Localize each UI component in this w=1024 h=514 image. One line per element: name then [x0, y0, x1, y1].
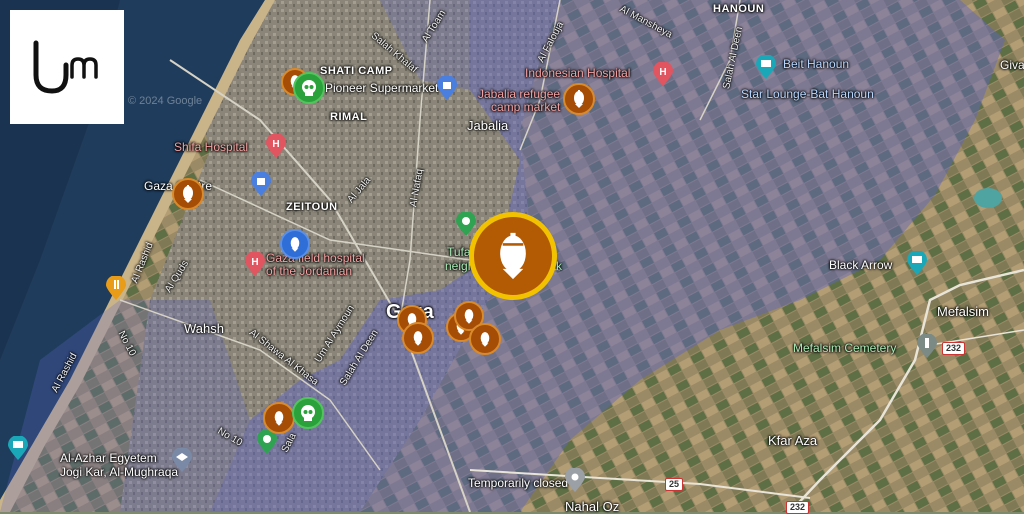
landmark-icon[interactable] [907, 250, 927, 280]
bomb-icon [500, 232, 526, 280]
label-beit-hanoun[interactable]: Beit Hanoun [783, 57, 849, 71]
label-jabalia: Jabalia [467, 118, 509, 133]
label-mefalsim-cemetery[interactable]: Mefalsim Cemetery [793, 341, 896, 355]
label-field-hospital-1[interactable]: Gaza field hospital [266, 251, 365, 265]
label-rimal: RIMAL [330, 111, 368, 123]
bomb-icon [464, 309, 474, 324]
pond [974, 188, 1002, 208]
road-shield-232: 232 [786, 501, 810, 514]
bomb-marker[interactable] [402, 322, 434, 354]
bomb-icon [290, 237, 300, 252]
label-jabalia-refugee[interactable]: Jabalia refugee [478, 87, 560, 101]
label-black-arrow[interactable]: Black Arrow [829, 258, 892, 272]
svg-text:H: H [272, 139, 279, 150]
label-hanoun: HANOUN [713, 3, 765, 15]
bomb-marker[interactable] [469, 323, 501, 355]
label-giva: Giva [1000, 58, 1024, 72]
location-icon[interactable] [565, 467, 585, 497]
landmark-icon[interactable] [8, 435, 28, 465]
label-zeitoun: ZEITOUN [286, 201, 338, 213]
skull-marker[interactable] [293, 72, 325, 104]
road-shield-25: 25 [665, 478, 684, 491]
hospital-icon[interactable]: H [245, 251, 265, 281]
label-field-hospital-2[interactable]: of the Jordanian [266, 264, 352, 278]
label-tufah-3[interactable]: k [556, 259, 562, 273]
logo[interactable] [10, 10, 124, 124]
park-icon[interactable] [257, 429, 277, 459]
label-shati-camp: SHATI CAMP [320, 65, 393, 77]
label-temporarily-closed[interactable]: Temporarily closed [468, 476, 568, 490]
bomb-marker-blue[interactable] [280, 229, 310, 259]
label-star-lounge[interactable]: Star Lounge-Bat Hanoun [741, 87, 874, 101]
shopping-icon[interactable] [251, 171, 271, 201]
hospital-icon[interactable]: H [266, 133, 286, 163]
label-wahsh: Wahsh [184, 321, 224, 336]
um-logo-icon [33, 40, 98, 94]
map-watermark: © 2024 Google [128, 95, 203, 107]
cemetery-icon[interactable] [917, 333, 937, 363]
skull-marker[interactable] [292, 397, 324, 429]
label-supermarket[interactable]: Pioneer Supermarket [325, 81, 438, 95]
skull-icon [301, 405, 315, 421]
bomb-marker[interactable] [172, 178, 204, 210]
hospital-icon[interactable]: H [653, 61, 673, 91]
shopping-icon[interactable] [437, 75, 457, 105]
svg-text:H: H [251, 257, 258, 268]
road-shield-232: 232 [942, 342, 966, 355]
svg-text:H: H [659, 67, 666, 78]
bomb-icon [183, 185, 193, 203]
bomb-marker-selected[interactable] [469, 212, 557, 300]
label-al-azhar[interactable]: Al-Azhar Egyetem [60, 451, 157, 465]
restaurant-icon[interactable] [106, 275, 126, 305]
label-camp-market[interactable]: camp market [491, 100, 560, 114]
bomb-icon [480, 332, 490, 347]
label-shifa-hospital[interactable]: Shifa Hospital [174, 140, 248, 154]
bomb-icon [574, 90, 584, 108]
label-jogi-kar[interactable]: Jogi Kar, Al-Mughraqa [60, 465, 178, 479]
bomb-icon [274, 411, 284, 426]
label-mefalsim: Mefalsim [937, 304, 990, 319]
skull-icon [302, 80, 316, 96]
landmark-icon[interactable] [756, 54, 776, 84]
label-indonesian-hospital[interactable]: Indonesian Hospital [525, 66, 630, 80]
bomb-marker[interactable] [563, 83, 595, 115]
bomb-marker[interactable] [263, 402, 295, 434]
bomb-icon [413, 331, 423, 346]
label-kfar-aza: Kfar Aza [768, 433, 818, 448]
